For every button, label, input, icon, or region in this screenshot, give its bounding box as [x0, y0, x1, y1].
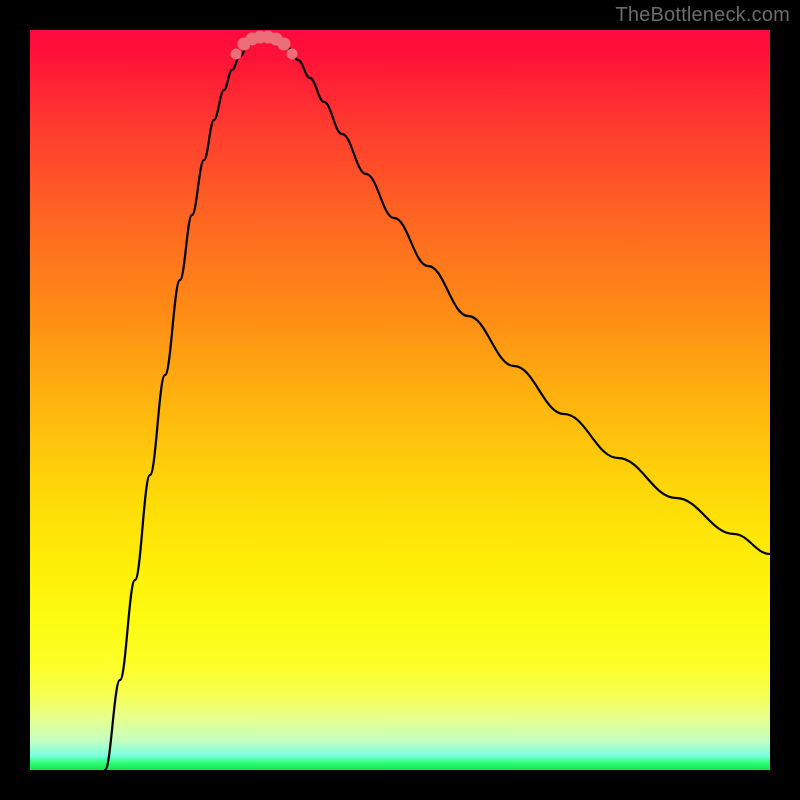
chart-frame: TheBottleneck.com [0, 0, 800, 800]
curve-lines [105, 40, 770, 770]
trough-marker [287, 49, 298, 60]
right-curve-path [280, 40, 770, 554]
trough-markers [231, 31, 298, 60]
trough-marker [231, 49, 242, 60]
curve-svg [30, 30, 770, 770]
watermark-text: TheBottleneck.com [615, 4, 790, 27]
plot-area [30, 30, 770, 770]
trough-marker [278, 38, 291, 51]
left-curve-path [105, 40, 256, 770]
